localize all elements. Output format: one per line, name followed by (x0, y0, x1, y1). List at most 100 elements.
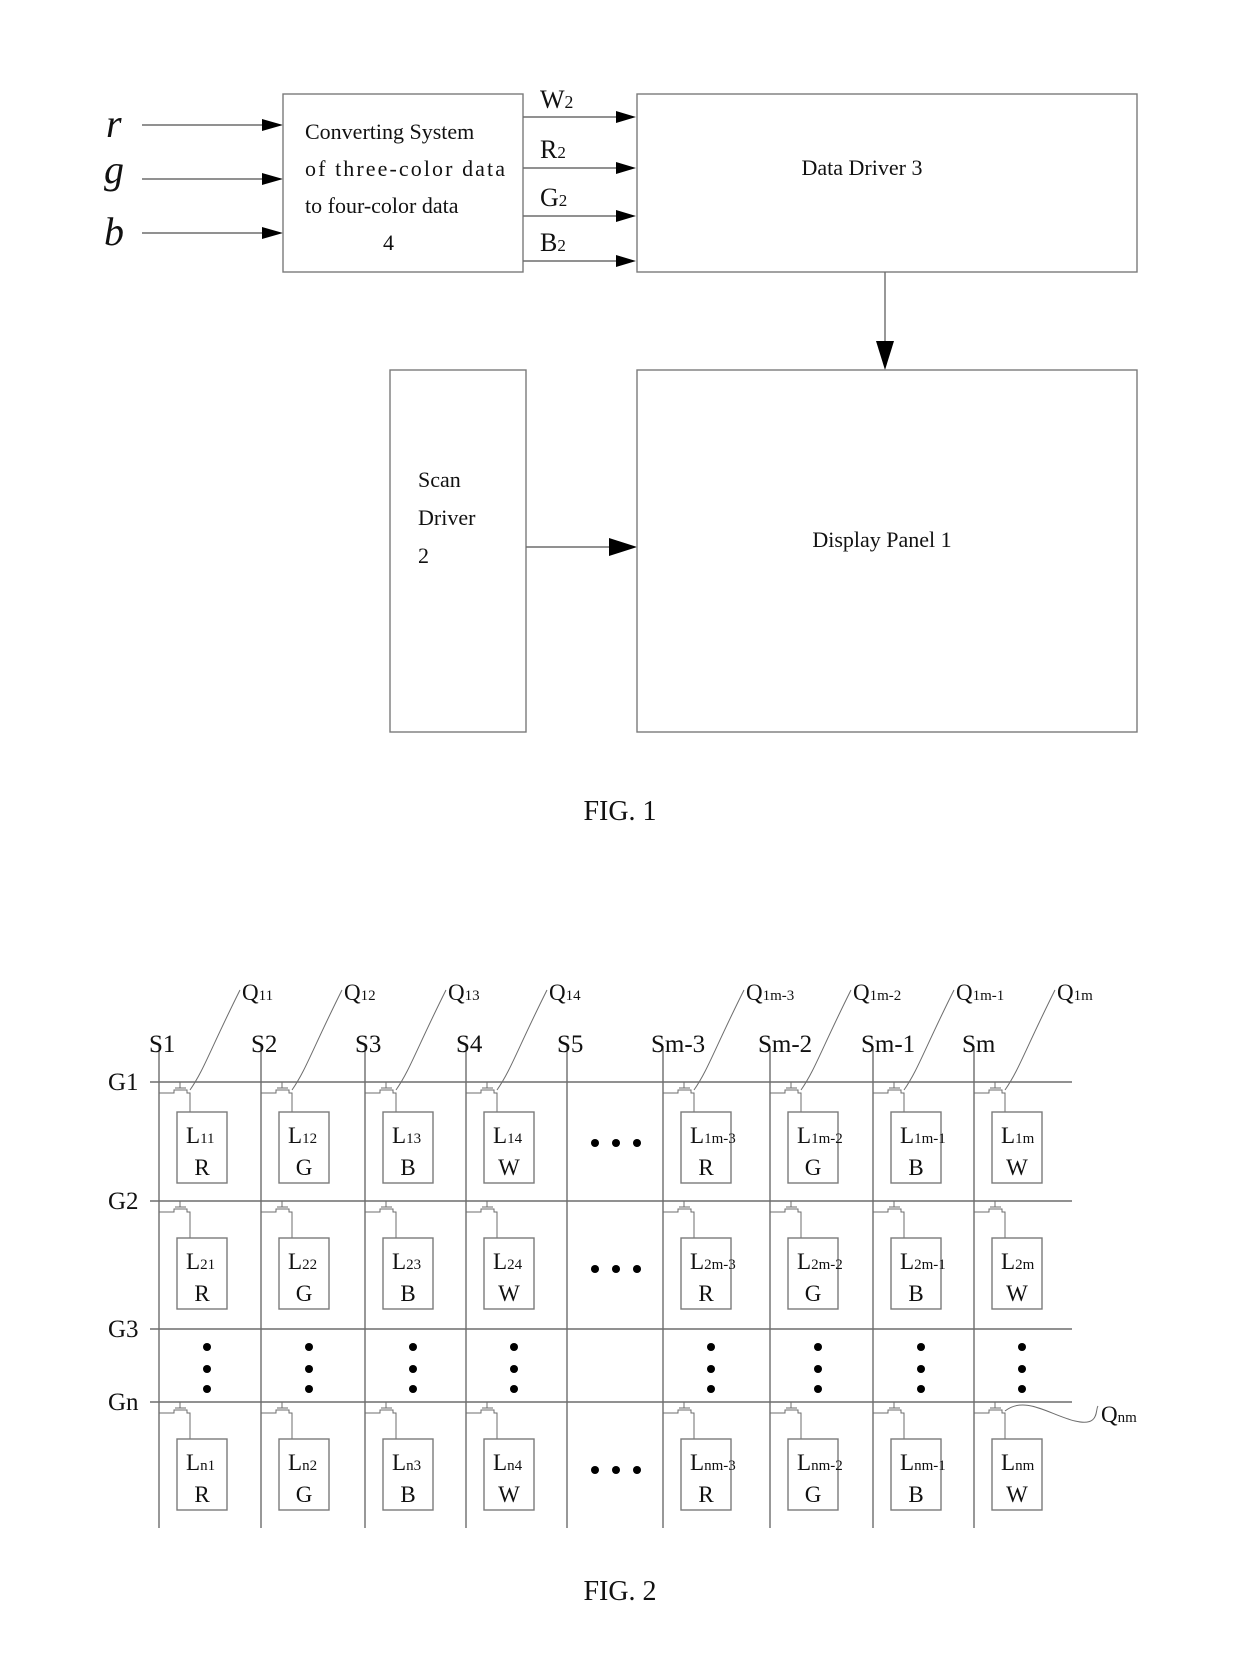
pixel-cell-color: W (1006, 1281, 1028, 1306)
pixel-cell-color: B (908, 1281, 923, 1306)
pixel-cell-color: G (296, 1155, 313, 1180)
transistor-symbol (663, 1208, 695, 1213)
transistor-symbol (974, 1208, 1006, 1213)
ellipsis-dot (917, 1365, 925, 1373)
ellipsis-dot (1018, 1343, 1026, 1351)
transistor-leader-line-nm (1004, 1404, 1099, 1423)
transistor-symbol (873, 1409, 905, 1414)
ellipsis-dot (591, 1139, 599, 1147)
transistor-symbol (974, 1409, 1006, 1414)
ellipsis-dot (814, 1343, 822, 1351)
transistor-leader-line (189, 989, 241, 1091)
transistor-label: Q1m-3 (746, 980, 794, 1005)
pixel-cell-color: G (805, 1482, 822, 1507)
transistor-symbol (770, 1409, 802, 1414)
ellipsis-dot (510, 1365, 518, 1373)
figure-2-caption: FIG. 2 (583, 1576, 656, 1607)
pixel-cell-color: W (1006, 1482, 1028, 1507)
pixel-cell-color: W (1006, 1155, 1028, 1180)
pixel-cell-color: G (805, 1281, 822, 1306)
transistor-symbol (466, 1409, 498, 1414)
pixel-cell-color: R (194, 1482, 210, 1507)
pixel-cell-color: R (194, 1155, 210, 1180)
source-line-label: S1 (149, 1031, 175, 1058)
transistor-symbol (159, 1089, 191, 1094)
transistor-symbol (873, 1089, 905, 1094)
ellipsis-dot (917, 1343, 925, 1351)
transistor-symbol (261, 1208, 293, 1213)
gate-line-label: G2 (108, 1188, 139, 1215)
gate-line-label: G1 (108, 1069, 139, 1096)
transistor-symbol (365, 1089, 397, 1094)
gate-line-label: G3 (108, 1316, 139, 1343)
transistor-label: Q11 (242, 980, 273, 1005)
transistor-label: Q12 (344, 980, 376, 1005)
transistor-symbol (159, 1409, 191, 1414)
transistor-symbol (466, 1089, 498, 1094)
transistor-label: Q1m (1057, 980, 1093, 1005)
source-line-label: Sm-2 (758, 1031, 812, 1058)
ellipsis-dot (612, 1265, 620, 1273)
pixel-cell-color: B (400, 1155, 415, 1180)
pixel-cell-color: R (698, 1155, 714, 1180)
transistor-symbol (466, 1208, 498, 1213)
transistor-symbol (261, 1089, 293, 1094)
ellipsis-dot (591, 1466, 599, 1474)
transistor-leader-line (395, 989, 447, 1091)
transistor-symbol (873, 1208, 905, 1213)
source-line-label: S5 (557, 1031, 583, 1058)
source-line-label: S2 (251, 1031, 277, 1058)
source-line-label: Sm-1 (861, 1031, 915, 1058)
transistor-leader-line (496, 989, 548, 1091)
source-line-label: Sm-3 (651, 1031, 705, 1058)
ellipsis-dot (409, 1365, 417, 1373)
ellipsis-dot (591, 1265, 599, 1273)
ellipsis-dot (409, 1343, 417, 1351)
ellipsis-dot (814, 1365, 822, 1373)
ellipsis-dot (1018, 1365, 1026, 1373)
pixel-cell-color: G (296, 1482, 313, 1507)
ellipsis-dot (510, 1385, 518, 1393)
ellipsis-dot (305, 1365, 313, 1373)
transistor-symbol (663, 1409, 695, 1414)
ellipsis-dot (203, 1385, 211, 1393)
pixel-cell-color: G (805, 1155, 822, 1180)
ellipsis-dot (305, 1343, 313, 1351)
ellipsis-dot (1018, 1385, 1026, 1393)
ellipsis-dot (917, 1385, 925, 1393)
transistor-label-nm: Qnm (1101, 1402, 1137, 1427)
transistor-leader-line (1004, 989, 1056, 1091)
pixel-cell-color: B (400, 1281, 415, 1306)
ellipsis-dot (203, 1343, 211, 1351)
transistor-label: Q1m-1 (956, 980, 1004, 1005)
pixel-cell-color: B (908, 1482, 923, 1507)
ellipsis-dot (707, 1385, 715, 1393)
ellipsis-dot (305, 1385, 313, 1393)
ellipsis-dot (633, 1265, 641, 1273)
ellipsis-dot (633, 1466, 641, 1474)
pixel-cell-color: R (194, 1281, 210, 1306)
transistor-symbol (663, 1089, 695, 1094)
transistor-symbol (365, 1208, 397, 1213)
transistor-leader-line (291, 989, 343, 1091)
ellipsis-dot (633, 1139, 641, 1147)
transistor-symbol (770, 1208, 802, 1213)
transistor-label: Q1m-2 (853, 980, 901, 1005)
ellipsis-dot (612, 1466, 620, 1474)
pixel-cell-color: B (908, 1155, 923, 1180)
gate-line-label: Gn (108, 1389, 139, 1416)
source-line-label: Sm (962, 1031, 996, 1058)
pixel-cell-color: R (698, 1281, 714, 1306)
transistor-label: Q14 (549, 980, 581, 1005)
ellipsis-dot (707, 1343, 715, 1351)
transistor-symbol (770, 1089, 802, 1094)
transistor-symbol (974, 1089, 1006, 1094)
source-line-label: S4 (456, 1031, 483, 1058)
ellipsis-dot (814, 1385, 822, 1393)
pixel-cell-color: B (400, 1482, 415, 1507)
transistor-symbol (261, 1409, 293, 1414)
pixel-cell-color: G (296, 1281, 313, 1306)
ellipsis-dot (707, 1365, 715, 1373)
pixel-cell-color: W (498, 1281, 520, 1306)
source-line-label: S3 (355, 1031, 381, 1058)
